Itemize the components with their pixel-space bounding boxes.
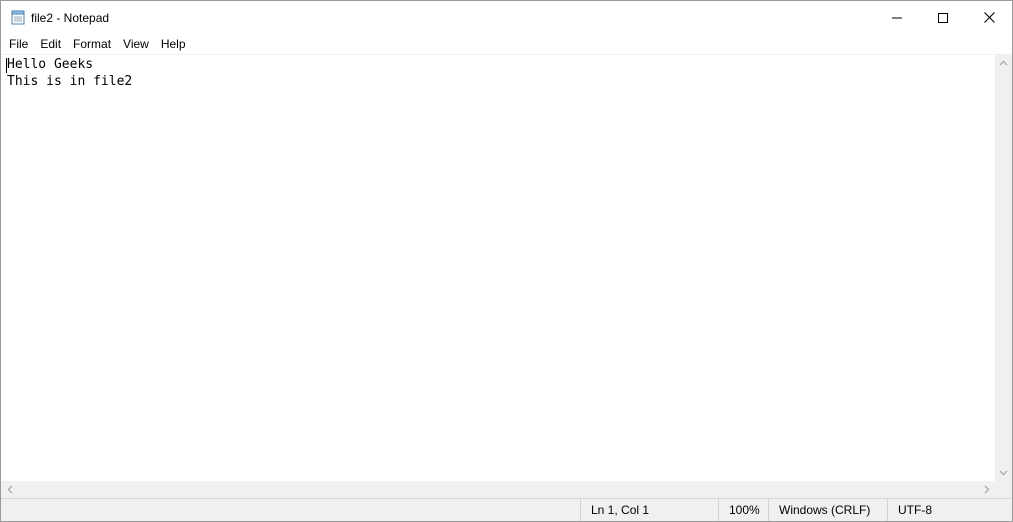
maximize-icon — [938, 12, 948, 23]
minimize-button[interactable] — [874, 1, 920, 34]
chevron-up-icon — [999, 60, 1008, 65]
maximize-button[interactable] — [920, 1, 966, 34]
notepad-window: file2 - Notepad File Edit Format View He… — [0, 0, 1013, 522]
editor-line[interactable]: This is in file2 — [7, 73, 995, 90]
text-caret — [6, 58, 7, 73]
chevron-down-icon — [999, 470, 1008, 475]
text-editor[interactable]: Hello Geeks This is in file2 — [1, 54, 995, 481]
menu-format[interactable]: Format — [67, 34, 117, 54]
menu-file[interactable]: File — [3, 34, 34, 54]
menu-bar: File Edit Format View Help — [1, 34, 1012, 54]
chevron-left-icon — [7, 485, 12, 494]
menu-edit[interactable]: Edit — [34, 34, 67, 54]
title-bar[interactable]: file2 - Notepad — [1, 1, 1012, 34]
menu-view[interactable]: View — [117, 34, 155, 54]
scroll-up-button[interactable] — [995, 54, 1012, 71]
encoding: UTF-8 — [887, 499, 1012, 521]
cursor-position: Ln 1, Col 1 — [580, 499, 718, 521]
chevron-right-icon — [984, 485, 989, 494]
close-icon — [983, 12, 995, 23]
scroll-left-button[interactable] — [1, 481, 18, 498]
zoom-level: 100% — [718, 499, 768, 521]
editor-line[interactable]: Hello Geeks — [7, 56, 995, 73]
scroll-right-button[interactable] — [978, 481, 995, 498]
close-button[interactable] — [966, 1, 1012, 34]
status-bar: Ln 1, Col 1 100% Windows (CRLF) UTF-8 — [1, 498, 1012, 521]
vertical-scrollbar[interactable] — [995, 54, 1012, 481]
scroll-down-button[interactable] — [995, 464, 1012, 481]
notepad-icon[interactable] — [11, 10, 25, 25]
menu-help[interactable]: Help — [155, 34, 192, 54]
scrollbar-corner — [995, 481, 1012, 498]
horizontal-scrollbar[interactable] — [1, 481, 995, 498]
line-ending: Windows (CRLF) — [768, 499, 887, 521]
minimize-icon — [892, 17, 902, 18]
window-title: file2 - Notepad — [31, 11, 110, 25]
